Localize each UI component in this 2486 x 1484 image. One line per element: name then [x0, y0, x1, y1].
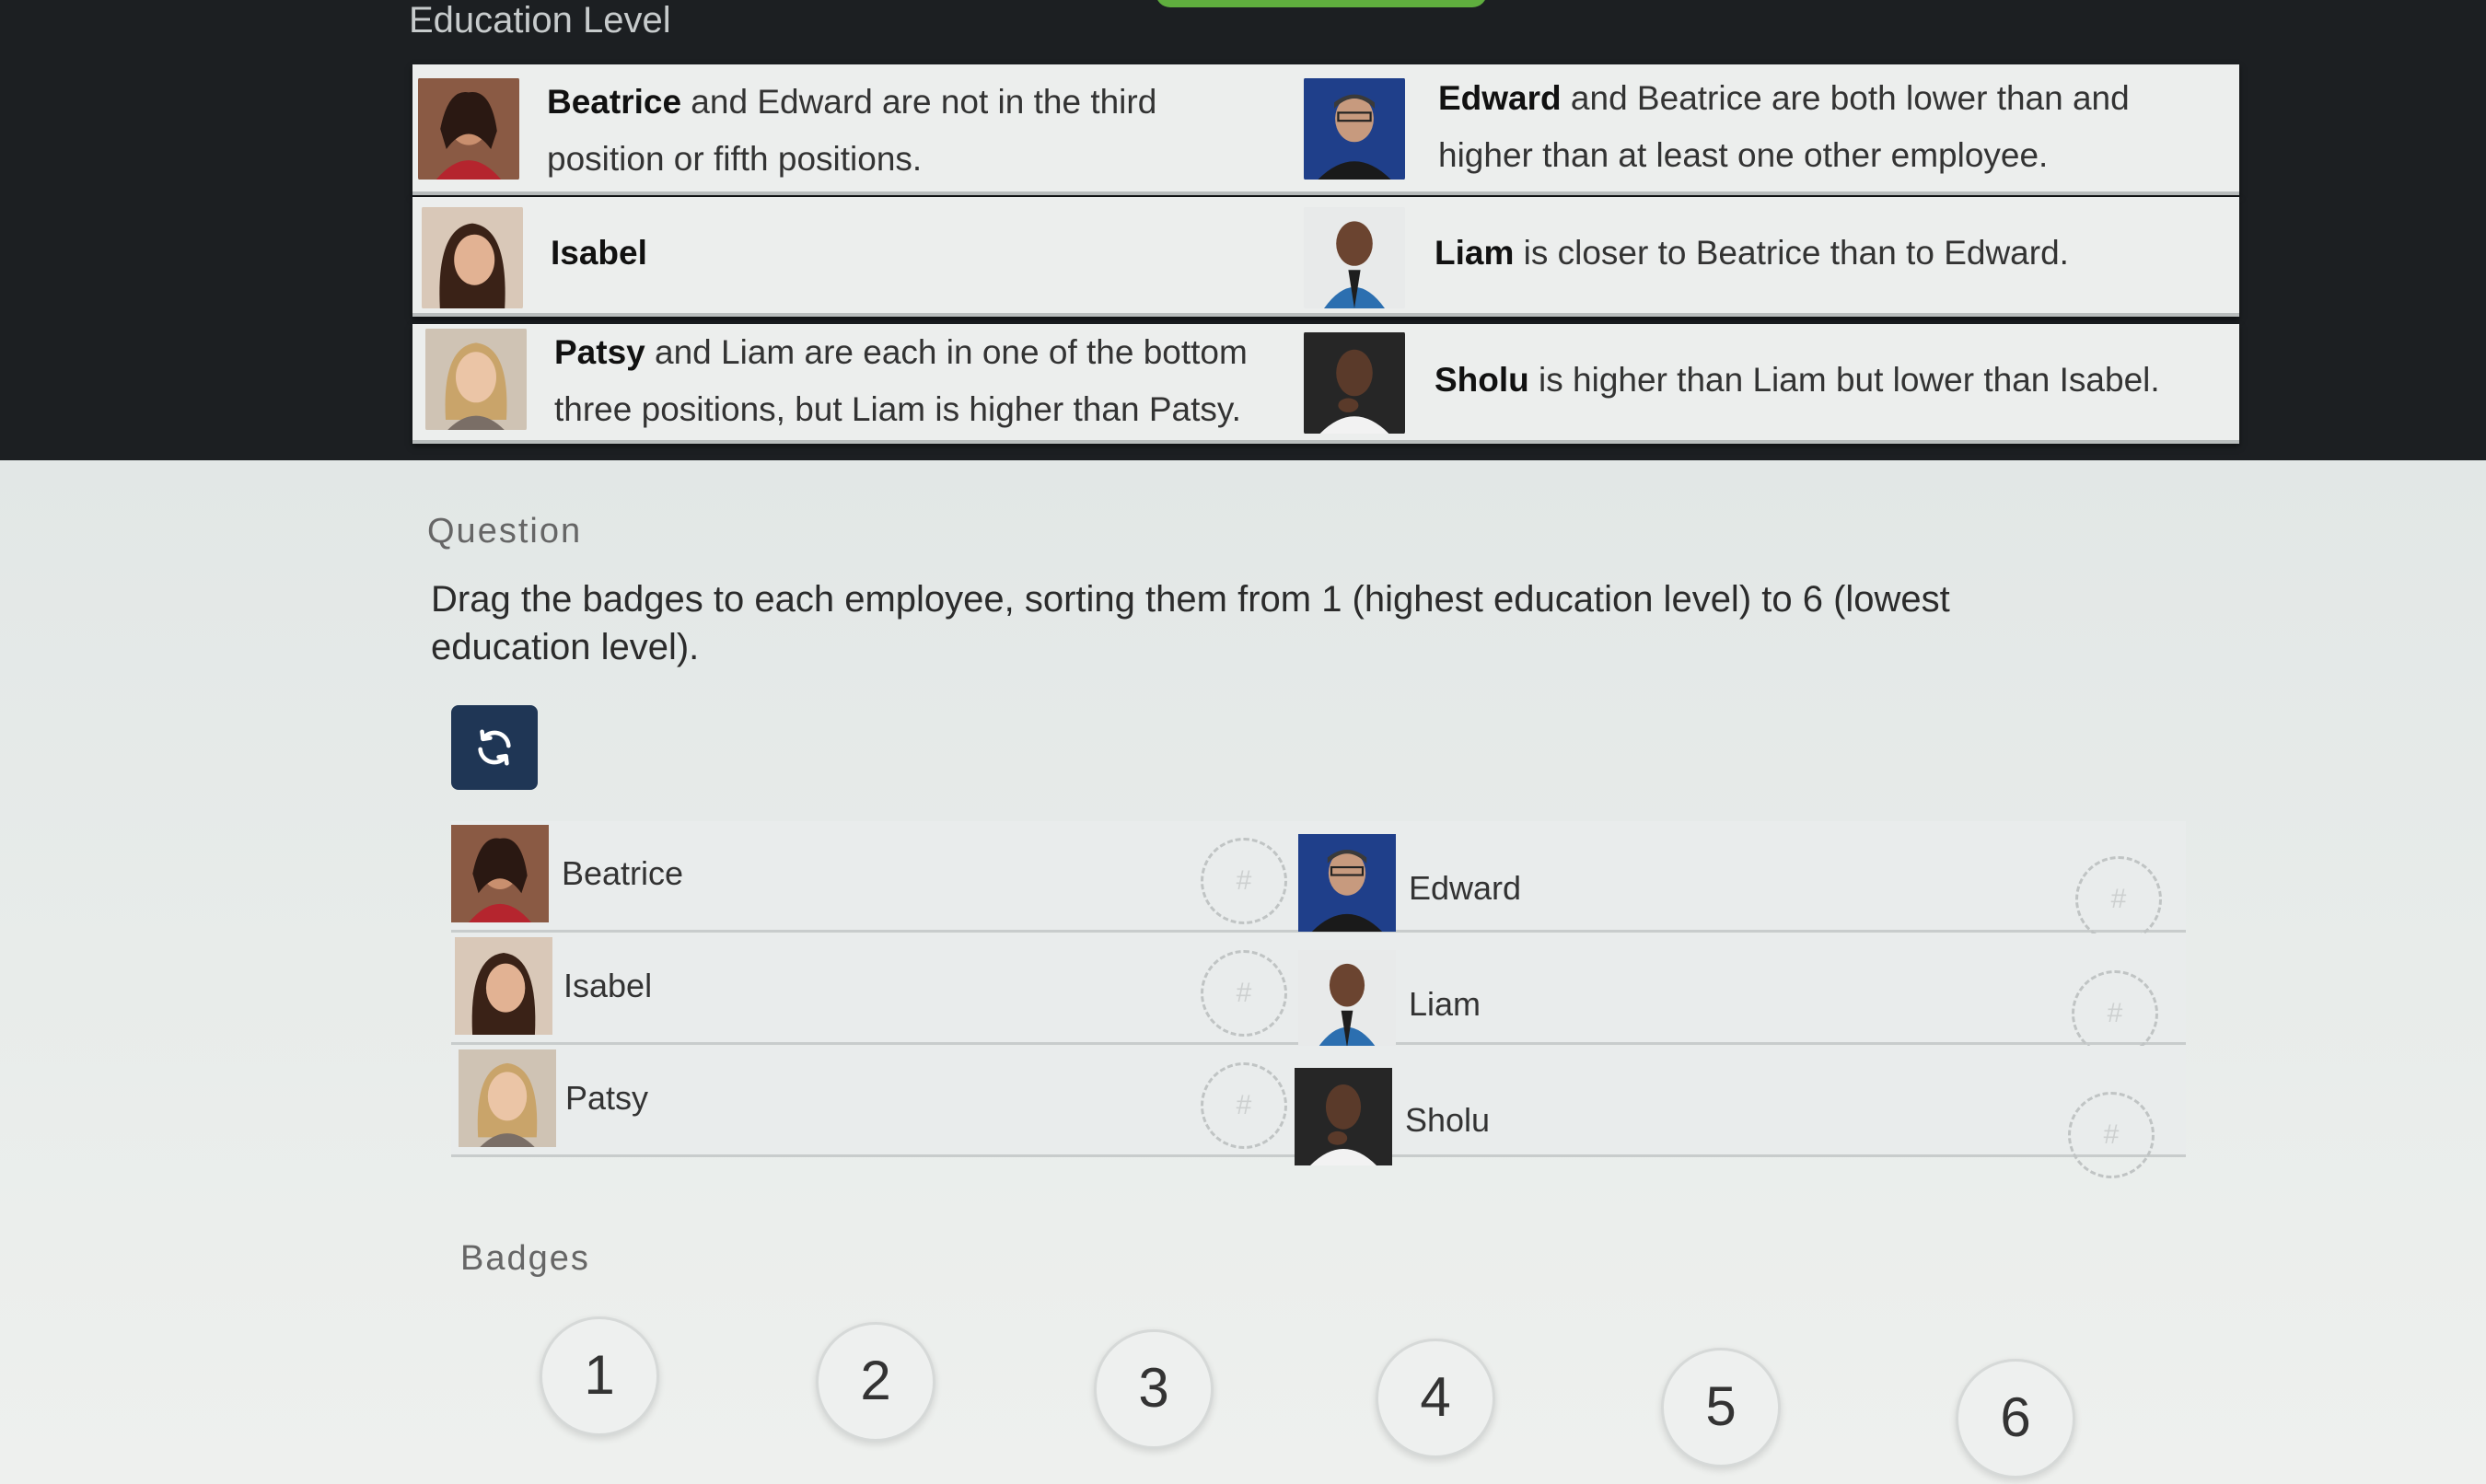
clue-sholu: Sholu is higher than Liam but lower than… — [1304, 324, 2239, 440]
employee-sholu: Sholu # — [1295, 1046, 2186, 1178]
avatar-edward — [1304, 77, 1405, 180]
employee-row: Patsy # Sholu # — [451, 1046, 2186, 1178]
employee-row: Isabel # Liam # — [451, 933, 2186, 1057]
avatar-patsy — [425, 328, 527, 431]
avatar-beatrice — [418, 77, 519, 180]
clue-row: Patsy and Liam are each in one of the bo… — [412, 324, 2239, 444]
badge-2[interactable]: 2 — [816, 1322, 935, 1442]
employee-row: Beatrice # Edward # — [451, 821, 2186, 943]
employee-name: Patsy — [565, 1079, 649, 1117]
employee-liam: Liam # — [1298, 933, 2186, 1057]
badge-drop-slot[interactable]: # — [2068, 1092, 2155, 1178]
clue-patsy: Patsy and Liam are each in one of the bo… — [412, 324, 1296, 440]
avatar-sholu — [1295, 1068, 1392, 1165]
badge-drop-slot[interactable]: # — [2075, 856, 2162, 943]
question-label: Question — [427, 512, 583, 551]
clue-liam: Liam is closer to Beatrice than to Edwar… — [1304, 197, 2239, 313]
clue-text: Isabel — [551, 234, 647, 272]
badge-6[interactable]: 6 — [1956, 1359, 2075, 1478]
clue-text: Beatrice and Edward are not in the third… — [547, 83, 1157, 178]
employee-beatrice: Beatrice # — [451, 821, 1298, 930]
employee-name: Beatrice — [562, 854, 684, 892]
badges-label: Badges — [460, 1239, 590, 1278]
clue-edward: Edward and Beatrice are both lower than … — [1304, 64, 2239, 191]
badge-3[interactable]: 3 — [1094, 1329, 1214, 1449]
employee-patsy: Patsy # — [451, 1046, 1298, 1154]
employee-edward: Edward # — [1298, 821, 2186, 943]
question-text: Drag the badges to each employee, sortin… — [431, 579, 1950, 667]
badge-1[interactable]: 1 — [540, 1316, 659, 1436]
clue-isabel: Isabel — [412, 197, 1296, 313]
clue-text: Liam is closer to Beatrice than to Edwar… — [1435, 234, 2069, 272]
badge-4[interactable]: 4 — [1376, 1339, 1495, 1458]
badge-drop-slot[interactable]: # — [1201, 1062, 1287, 1149]
clue-text: Patsy and Liam are each in one of the bo… — [554, 333, 1248, 428]
reset-button[interactable] — [451, 705, 538, 790]
clue-row: Beatrice and Edward are not in the third… — [412, 64, 2239, 195]
employee-name: Liam — [1409, 985, 1481, 1023]
active-tab-indicator — [1156, 0, 1487, 7]
clue-beatrice: Beatrice and Edward are not in the third… — [412, 64, 1296, 191]
avatar-liam — [1304, 206, 1405, 309]
employee-name: Edward — [1409, 869, 1522, 907]
refresh-icon — [478, 729, 511, 766]
avatar-isabel — [422, 206, 523, 309]
avatar-isabel — [455, 937, 552, 1035]
clue-row: Isabel Liam is closer to Beatrice than t… — [412, 197, 2239, 317]
badge-drop-slot[interactable]: # — [1201, 950, 1287, 1037]
badge-5[interactable]: 5 — [1661, 1348, 1781, 1467]
clue-text: Sholu is higher than Liam but lower than… — [1435, 361, 2160, 399]
avatar-beatrice — [451, 825, 549, 922]
badge-drop-slot[interactable]: # — [2072, 970, 2158, 1057]
section-title: Education Level — [409, 0, 671, 41]
avatar-edward — [1298, 834, 1396, 932]
badge-drop-slot[interactable]: # — [1201, 838, 1287, 924]
clues-panel: Education Level Beatrice and Edward are … — [0, 0, 2486, 460]
avatar-sholu — [1304, 331, 1405, 435]
avatar-patsy — [459, 1049, 556, 1147]
employee-name: Sholu — [1405, 1101, 1491, 1139]
employee-isabel: Isabel # — [451, 933, 1298, 1042]
avatar-liam — [1298, 950, 1396, 1048]
employee-name: Isabel — [563, 967, 653, 1004]
clue-text: Edward and Beatrice are both lower than … — [1438, 79, 2130, 174]
